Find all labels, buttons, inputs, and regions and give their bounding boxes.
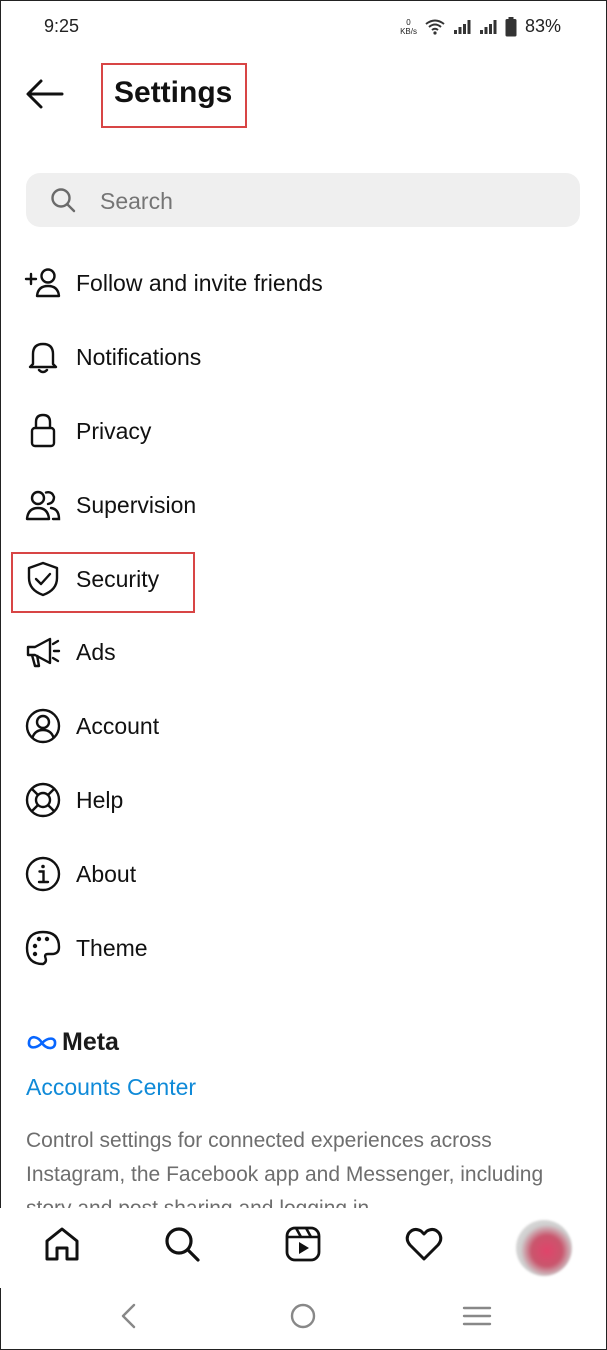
account-circle-icon <box>24 706 64 746</box>
heart-icon[interactable] <box>404 1224 444 1264</box>
menu-item-account[interactable]: Account <box>24 700 584 752</box>
status-indicators: 0 KB/s 83% <box>400 16 561 37</box>
network-speed-value: 0 <box>406 17 411 27</box>
search-icon <box>51 188 76 213</box>
supervision-people-icon <box>24 485 64 525</box>
add-person-icon <box>24 263 64 303</box>
search-input[interactable] <box>98 181 562 221</box>
system-navigation-bar <box>0 1290 605 1340</box>
menu-item-privacy[interactable]: Privacy <box>24 405 584 457</box>
megaphone-icon <box>24 632 64 672</box>
menu-item-notifications[interactable]: Notifications <box>24 331 584 383</box>
title-highlight-box <box>101 63 247 128</box>
info-icon <box>24 854 64 894</box>
lifebuoy-icon <box>24 780 64 820</box>
status-bar: 9:25 0 KB/s 83% <box>0 14 607 40</box>
back-arrow-icon[interactable] <box>24 78 64 110</box>
back-icon[interactable] <box>114 1300 146 1332</box>
home-circle-icon[interactable] <box>287 1300 319 1332</box>
menu-item-about[interactable]: About <box>24 848 584 900</box>
search-bar[interactable] <box>26 173 580 227</box>
menu-item-follow-invite[interactable]: Follow and invite friends <box>24 257 584 309</box>
profile-avatar[interactable] <box>516 1220 572 1276</box>
network-speed: 0 KB/s <box>400 18 417 36</box>
menu-item-label: Privacy <box>76 417 152 444</box>
battery-icon <box>505 16 517 36</box>
recents-menu-icon[interactable] <box>461 1300 493 1332</box>
accounts-center-link[interactable]: Accounts Center <box>26 1074 196 1101</box>
wifi-icon <box>425 19 445 35</box>
accounts-center-description: Control settings for connected experienc… <box>26 1129 544 1208</box>
bottom-nav-bar <box>0 1208 605 1288</box>
menu-item-label: Ads <box>76 638 116 665</box>
battery-level: 83% <box>524 16 561 36</box>
meta-infinity-icon <box>27 1035 57 1049</box>
menu-item-help[interactable]: Help <box>24 774 584 826</box>
bell-icon <box>24 337 64 377</box>
reels-icon[interactable] <box>283 1224 323 1264</box>
network-speed-unit: KB/s <box>400 26 417 36</box>
menu-item-label: Notifications <box>76 343 202 370</box>
status-time: 9:25 <box>44 16 80 36</box>
meta-logo: Meta <box>26 1028 119 1057</box>
menu-item-label: About <box>76 860 137 887</box>
menu-item-theme[interactable]: Theme <box>24 922 584 974</box>
palette-icon <box>24 928 64 968</box>
home-icon[interactable] <box>42 1224 82 1264</box>
menu-item-label: Theme <box>76 934 148 961</box>
menu-item-supervision[interactable]: Supervision <box>24 479 584 531</box>
menu-item-label: Follow and invite friends <box>76 269 323 296</box>
search-icon[interactable] <box>162 1224 202 1264</box>
security-highlight-box <box>11 552 195 613</box>
meta-brand-text: Meta <box>62 1028 119 1056</box>
menu-item-ads[interactable]: Ads <box>24 626 584 678</box>
menu-item-label: Supervision <box>76 491 197 518</box>
signal-icon <box>453 19 471 34</box>
menu-item-label: Account <box>76 712 160 739</box>
lock-icon <box>24 411 64 451</box>
menu-item-label: Help <box>76 786 124 813</box>
signal-icon-2 <box>479 19 497 34</box>
